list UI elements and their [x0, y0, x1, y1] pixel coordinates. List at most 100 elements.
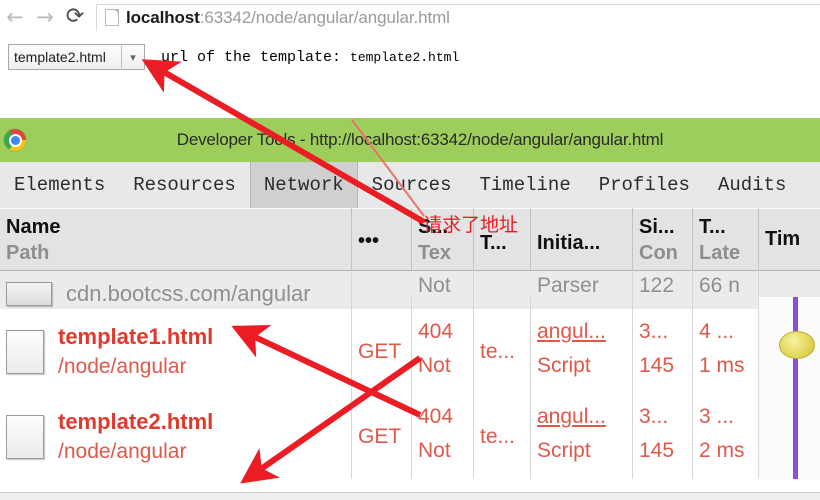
row-name: cdn.bootcss.com/angular — [66, 281, 311, 306]
row-type-cell: te... — [474, 394, 531, 479]
window-bottom-edge — [0, 492, 820, 500]
address-bar[interactable]: localhost:63342/node/angular/angular.htm… — [96, 3, 820, 31]
row-size: 3... — [639, 320, 669, 343]
tab-resources[interactable]: Resources — [119, 162, 250, 208]
row-size-content: 145 — [639, 354, 675, 377]
row-initiator-cell[interactable]: angul... Script — [531, 394, 633, 479]
row-method-cell: GET — [352, 394, 412, 479]
document-file-icon — [6, 329, 44, 374]
row-status-cell: 404 Not — [412, 309, 474, 394]
screenshot-root: ← → ⟳ localhost:63342/node/angular/angul… — [0, 0, 820, 500]
tab-elements[interactable]: Elements — [0, 162, 119, 208]
row-method: GET — [358, 339, 402, 363]
template-select[interactable]: template2.html ▾ — [8, 44, 145, 70]
annotation-chinese-note: 请求了地址 — [423, 214, 519, 236]
row-name-text: cdn.bootcss.com/angular — [66, 279, 311, 309]
template-url-prefix: url of the template: — [161, 48, 351, 66]
row-status-text: Not — [418, 439, 451, 462]
tab-network[interactable]: Network — [249, 162, 358, 208]
template-url-label: url of the template: template2.html — [161, 49, 459, 66]
row-timeline-cell — [759, 297, 820, 309]
table-row[interactable]: cdn.bootcss.com/angular Not Parser 122 6… — [0, 269, 820, 309]
reload-button[interactable]: ⟳ — [60, 2, 90, 32]
row-size-cell: 3... 145 — [633, 309, 693, 394]
row-time-cell: 3 ... 2 ms — [693, 394, 759, 479]
row-name-text: template1.html /node/angular — [58, 322, 213, 382]
tab-profiles[interactable]: Profiles — [585, 162, 704, 208]
row-size-cell: 3... 145 — [633, 394, 693, 479]
address-bar-url: localhost:63342/node/angular/angular.htm… — [126, 8, 450, 28]
row-status-text: Not — [418, 354, 451, 377]
row-name-cell[interactable]: cdn.bootcss.com/angular — [0, 273, 352, 309]
row-size-cell: 122 — [633, 269, 693, 309]
row-size: 3... — [639, 405, 669, 428]
row-status: 404 — [418, 320, 454, 343]
column-header-method-primary: ••• — [358, 230, 380, 252]
table-row[interactable]: template2.html /node/angular GET 404 Not… — [0, 394, 820, 479]
row-time: 4 ... — [699, 320, 735, 343]
row-type-cell: te... — [474, 309, 531, 394]
back-button[interactable]: ← — [0, 2, 30, 32]
row-timeline-cell — [759, 394, 820, 479]
row-type: te... — [480, 424, 516, 448]
document-file-icon — [6, 414, 44, 459]
row-size-content: 145 — [639, 439, 675, 462]
row-initiator-link[interactable]: angul... — [537, 400, 626, 434]
row-initiator: Script — [537, 354, 591, 377]
row-initiator-cell: Parser — [531, 269, 633, 309]
column-header-time[interactable]: T... Late — [693, 208, 759, 270]
address-bar-path: :63342/node/angular/angular.html — [199, 7, 450, 27]
row-time-cell: 66 n — [693, 269, 759, 309]
row-initiator-link[interactable]: angul... — [537, 315, 626, 349]
column-header-size[interactable]: Si... Con — [633, 208, 693, 270]
row-name-cell[interactable]: template2.html /node/angular — [0, 394, 352, 479]
row-type-cell — [474, 297, 531, 309]
column-header-status-secondary: Tex — [418, 242, 451, 264]
row-initiator: Parser — [537, 274, 599, 297]
row-time-cell: 4 ... 1 ms — [693, 309, 759, 394]
network-requests-table: Name Path ••• S... Tex T... Initia... Si… — [0, 208, 820, 500]
tab-audits[interactable]: Audits — [704, 162, 800, 208]
chevron-down-icon: ▾ — [121, 46, 144, 68]
page-blank-area — [0, 80, 820, 118]
column-header-initiator-primary: Initia... — [537, 232, 601, 254]
column-header-size-primary: Si... — [639, 216, 675, 238]
column-header-name-secondary: Path — [6, 242, 50, 264]
devtools-titlebar: Developer Tools - http://localhost:63342… — [0, 118, 820, 163]
column-header-size-secondary: Con — [639, 242, 678, 264]
row-method-cell: GET — [352, 309, 412, 394]
row-name: template1.html — [58, 323, 214, 349]
row-size: 122 — [639, 274, 675, 297]
table-row[interactable]: template1.html /node/angular GET 404 Not… — [0, 309, 820, 394]
script-file-icon — [6, 282, 52, 306]
forward-button[interactable]: → — [30, 2, 60, 32]
row-time: 3 ... — [699, 405, 735, 428]
page-icon — [105, 9, 119, 26]
row-type: te... — [480, 339, 516, 363]
row-status-cell: 404 Not — [412, 394, 474, 479]
row-name-cell[interactable]: template1.html /node/angular — [0, 309, 352, 394]
column-header-name[interactable]: Name Path — [0, 208, 352, 270]
row-path: /node/angular — [58, 439, 187, 463]
chrome-logo-icon — [4, 129, 26, 151]
row-initiator: Script — [537, 439, 591, 462]
forward-arrow-icon: → — [36, 4, 54, 29]
column-header-initiator[interactable]: Initia... — [531, 208, 633, 270]
column-header-time-primary: T... — [699, 216, 726, 238]
row-timeline-cell — [759, 309, 820, 394]
timeline-marker-line — [793, 297, 798, 309]
template-select-value: template2.html — [14, 49, 106, 65]
tab-sources[interactable]: Sources — [358, 162, 466, 208]
page-content-area: template2.html ▾ url of the template: te… — [0, 34, 820, 81]
column-header-timeline[interactable]: Tim — [759, 208, 820, 270]
row-time-latency: 2 ms — [699, 439, 745, 462]
row-time: 66 n — [699, 274, 740, 297]
address-bar-host: localhost — [126, 7, 200, 27]
network-table-header: Name Path ••• S... Tex T... Initia... Si… — [0, 208, 820, 271]
row-status-cell: Not — [412, 269, 474, 309]
devtools-tabbar: Elements Resources Network Sources Timel… — [0, 162, 820, 209]
row-initiator-cell[interactable]: angul... Script — [531, 309, 633, 394]
column-header-method[interactable]: ••• — [352, 208, 412, 270]
row-name: template2.html — [58, 408, 214, 434]
tab-timeline[interactable]: Timeline — [466, 162, 585, 208]
